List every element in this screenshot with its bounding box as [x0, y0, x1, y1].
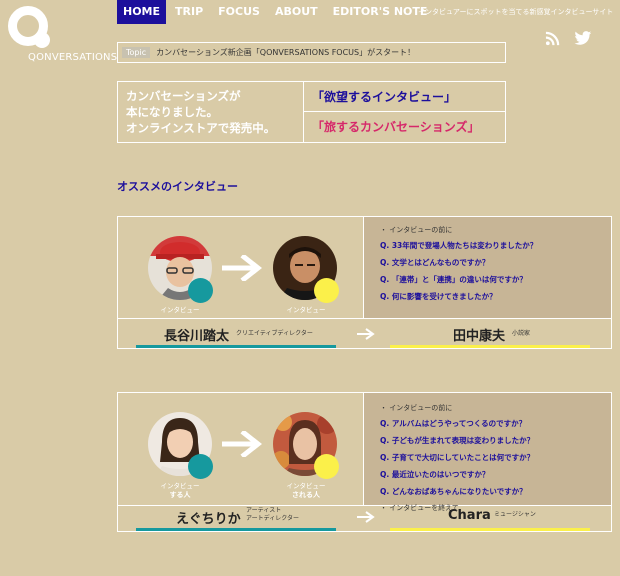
- interviewee-marker: [314, 278, 339, 303]
- question-head: ・ インタビューの前に: [380, 404, 453, 412]
- topic-bar[interactable]: Topic カンバセーションズ新企画「QONVERSATIONS FOCUS」が…: [117, 42, 506, 63]
- interviewee-role: 小説家: [512, 330, 531, 337]
- book-link-1[interactable]: 「欲望するインタビュー」: [304, 82, 505, 112]
- logo-text: QONVERSATIONS: [28, 52, 118, 63]
- interviewee-role: ミュージシャン: [494, 511, 536, 518]
- question-item[interactable]: Q. 33年間で登場人物たちは変わりましたか？: [380, 240, 611, 251]
- card-names: えぐちりか アーティスト アートディレクター Chara ミュージシャン: [118, 501, 611, 531]
- interviewer-underline: [136, 345, 336, 348]
- question-list: ・ インタビューの前に Q. 33年間で登場人物たちは変わりましたか？ Q. 文…: [364, 217, 611, 319]
- nav-about[interactable]: ABOUT: [269, 0, 324, 24]
- nav-home[interactable]: HOME: [117, 0, 167, 24]
- site-logo[interactable]: QONVERSATIONS: [8, 6, 120, 64]
- interviewee-marker: [314, 454, 339, 479]
- interview-card[interactable]: インタビュー する人 インタビュー される人 ・ インタビューの前に Q. アル…: [117, 392, 612, 532]
- main-nav: HOME TRIP FOCUS ABOUT EDITOR'S NOTE: [117, 0, 436, 24]
- card-portraits: インタビュー インタビュー: [118, 217, 364, 319]
- nav-focus[interactable]: FOCUS: [212, 0, 266, 24]
- interviewee-name[interactable]: Chara: [448, 508, 491, 523]
- card-portraits: インタビュー する人 インタビュー される人: [118, 393, 364, 506]
- banner-line-3: オンラインストアで発売中。: [126, 121, 276, 135]
- topic-label: Topic: [122, 47, 151, 58]
- logo-q-mark: [8, 6, 50, 48]
- question-item[interactable]: Q. 文学とはどんなものですか？: [380, 257, 611, 268]
- interviewee-name[interactable]: 田中康夫: [453, 325, 505, 344]
- card-names: 長谷川踏太 クリエイティブディレクター 田中康夫 小説家: [118, 318, 611, 348]
- book-link-2[interactable]: 「旅するカンバセーションズ」: [304, 112, 505, 142]
- topic-text[interactable]: カンバセーションズ新企画「QONVERSATIONS FOCUS」がスタート！: [156, 47, 415, 58]
- interviewer-name[interactable]: 長谷川踏太: [164, 325, 229, 344]
- question-item[interactable]: Q. 「連帯」と「連携」の違いは何ですか？: [380, 274, 611, 285]
- interviewer-underline: [136, 528, 336, 531]
- arrow-right-icon: [357, 511, 375, 523]
- interviewer-marker: [188, 454, 213, 479]
- interviewee-underline: [390, 345, 590, 348]
- book-banner: カンバセーションズが 本になりました。 オンラインストアで発売中。 「欲望するイ…: [117, 81, 506, 143]
- interviewee-underline: [390, 528, 590, 531]
- arrow-right-icon: [222, 255, 262, 281]
- question-item[interactable]: Q. 子育てで大切にしていたことは何ですか？: [380, 452, 611, 463]
- interviewer-name[interactable]: えぐちりか: [176, 508, 241, 527]
- interviewer-caption: インタビュー する人: [160, 482, 200, 499]
- question-item[interactable]: Q. 子どもが生まれて表現は変わりましたか？: [380, 435, 611, 446]
- arrow-right-icon: [357, 328, 375, 340]
- question-item[interactable]: Q. 最近泣いたのはいつですか？: [380, 469, 611, 480]
- question-head: ・ インタビューの前に: [380, 226, 453, 234]
- interview-card[interactable]: インタビュー インタビュー ・ インタビューの前に Q. 33年間で登場人物たち…: [117, 216, 612, 349]
- banner-line-2: 本になりました。: [126, 105, 218, 119]
- section-heading: オススメのインタビュー: [117, 180, 238, 193]
- interviewee-caption: インタビュー: [286, 306, 326, 314]
- nav-trip[interactable]: TRIP: [169, 0, 209, 24]
- banner-announcement[interactable]: カンバセーションズが 本になりました。 オンラインストアで発売中。: [118, 82, 304, 142]
- interviewer-caption: インタビュー: [160, 306, 200, 314]
- arrow-right-icon: [222, 431, 262, 457]
- twitter-icon[interactable]: [574, 31, 592, 49]
- banner-books: 「欲望するインタビュー」 「旅するカンバセーションズ」: [304, 82, 505, 142]
- banner-line-1: カンバセーションズが: [126, 89, 241, 103]
- question-item[interactable]: Q. アルバムはどうやってつくるのですか？: [380, 418, 611, 429]
- question-item[interactable]: Q. 何に影響を受けてきましたか？: [380, 291, 611, 302]
- question-item[interactable]: Q. どんなおばあちゃんになりたいですか？: [380, 486, 611, 497]
- rss-icon[interactable]: [545, 31, 563, 49]
- interviewee-caption: インタビュー される人: [286, 482, 326, 499]
- site-tagline: インタビュアーにスポットを当てる新感覚インタビューサイト: [418, 8, 614, 16]
- interviewer-role: アーティスト アートディレクター: [246, 507, 299, 522]
- interviewer-role: クリエイティブディレクター: [236, 330, 313, 337]
- question-list: ・ インタビューの前に Q. アルバムはどうやってつくるのですか？ Q. 子ども…: [364, 393, 611, 512]
- interviewer-marker: [188, 278, 213, 303]
